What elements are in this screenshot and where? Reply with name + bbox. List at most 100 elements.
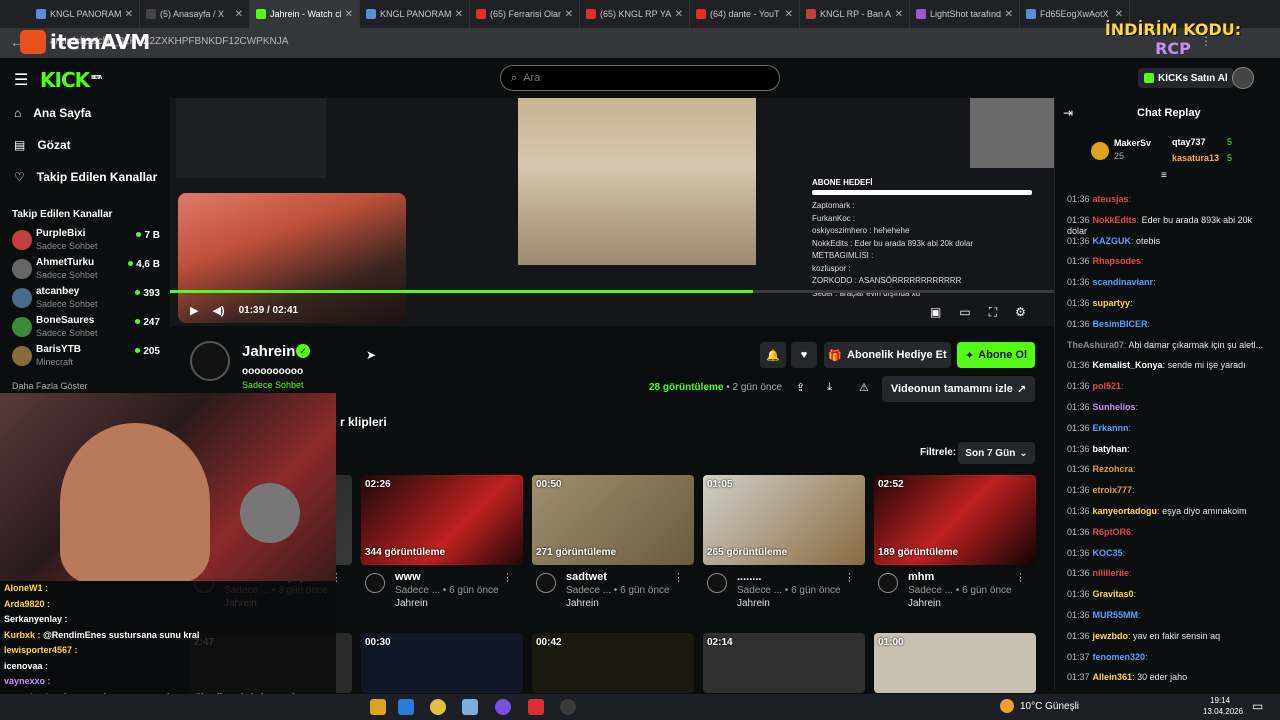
tab-close-icon[interactable]: ✕ <box>455 9 463 20</box>
clock-time[interactable]: 19:14 <box>1210 696 1230 705</box>
clip-author[interactable]: Jahrein <box>737 598 770 609</box>
clip-card[interactable]: 01:00 <box>874 633 1036 693</box>
followed-channel-item[interactable]: BarisYTB Minecraft 205 <box>12 344 164 370</box>
notification-icon[interactable]: ▭ <box>1252 699 1263 713</box>
video-progress-bar[interactable] <box>170 290 1054 293</box>
clip-card[interactable]: 00:30 <box>361 633 523 693</box>
tab-close-icon[interactable]: ✕ <box>1005 9 1013 20</box>
report-icon[interactable]: ⚠ <box>859 381 869 394</box>
followed-channel-item[interactable]: BoneSaures Sadece Sohbet 247 <box>12 315 164 341</box>
tab-close-icon[interactable]: ✕ <box>565 9 573 20</box>
clip-card[interactable]: 02:26 344 görüntüleme www Sadece ... • 6 gü… <box>361 475 523 609</box>
notepad-icon[interactable] <box>462 699 478 715</box>
filter-dropdown[interactable]: Son 7 Gün ⌄ <box>958 442 1035 464</box>
share-icon[interactable]: ⇪ <box>796 381 805 394</box>
volume-icon[interactable]: ◀) <box>212 304 224 317</box>
tab-close-icon[interactable]: ✕ <box>125 9 133 20</box>
chat-username[interactable]: pol521 <box>1093 381 1122 391</box>
browser-tab[interactable]: KNGL RP - Ban Aç ✕ <box>800 0 910 28</box>
chat-username[interactable]: Rhapsodes <box>1093 256 1142 266</box>
clip-menu-icon[interactable]: ⋮ <box>502 571 513 584</box>
tab-close-icon[interactable]: ✕ <box>895 9 903 20</box>
settings-icon[interactable]: ⚙ <box>1015 305 1026 320</box>
chat-username[interactable]: Sunhelios <box>1093 402 1136 412</box>
browser-tab[interactable]: (5) Anasayfa / X ✕ <box>140 0 250 28</box>
chat-username[interactable]: TheAshura07 <box>1067 340 1124 350</box>
download-icon[interactable]: ⤓ <box>827 381 832 394</box>
browser-tab[interactable]: (65) KNGL RP YAŞ ✕ <box>580 0 690 28</box>
obs-icon[interactable] <box>560 699 576 715</box>
clip-card[interactable]: 00:50 271 görüntüleme sadtwet Sadece ... • … <box>532 475 694 609</box>
chat-username[interactable]: KAZGUK <box>1093 236 1132 246</box>
fullscreen-icon[interactable]: ⛶ <box>989 305 997 320</box>
notification-bell-button[interactable]: 🔔 <box>760 342 786 368</box>
chat-username[interactable]: Kemalist_Konya <box>1093 360 1163 370</box>
chat-username[interactable]: kanyeortadogu <box>1093 506 1158 516</box>
chat-username[interactable]: etroix777 <box>1093 485 1133 495</box>
chat-username[interactable]: nililleriie <box>1093 568 1130 578</box>
show-more-link[interactable]: Daha Fazla Göster <box>12 381 88 391</box>
clip-menu-icon[interactable]: ⋮ <box>673 571 684 584</box>
mail-icon[interactable] <box>398 699 414 715</box>
clip-title[interactable]: mhm <box>908 571 934 583</box>
browser-tab[interactable]: KNGL PANORAMA ✕ <box>30 0 140 28</box>
channel-name[interactable]: Jahrein <box>242 343 295 360</box>
clip-author-avatar[interactable] <box>365 573 385 593</box>
expand-gifters-icon[interactable]: ≡ <box>1161 170 1167 181</box>
clip-menu-icon[interactable]: ⋮ <box>1015 571 1026 584</box>
weather-text[interactable]: 10°C Güneşli <box>1020 701 1079 712</box>
clip-author[interactable]: Jahrein <box>908 598 941 609</box>
play-icon[interactable]: ▶ <box>190 304 198 317</box>
chat-username[interactable]: R6ptOR6 <box>1093 527 1132 537</box>
gift-subscription-button[interactable]: 🎁 Abonelik Hediye Et <box>824 342 951 368</box>
clip-author[interactable]: Jahrein <box>566 598 599 609</box>
follow-heart-button[interactable]: ♥ <box>791 342 817 368</box>
chat-username[interactable]: ateusjas <box>1093 194 1129 204</box>
tab-close-icon[interactable]: ✕ <box>1115 9 1123 20</box>
chat-username[interactable]: supartyy <box>1093 298 1131 308</box>
clip-title[interactable]: sadtwet <box>566 571 607 583</box>
browser-tab[interactable]: Jahrein - Watch cl ✕ <box>250 0 360 28</box>
chat-username[interactable]: Rezohcra <box>1093 464 1134 474</box>
channel-avatar[interactable] <box>190 341 230 381</box>
followed-channel-item[interactable]: PurpleBixi Sadece Sohbet 7 B <box>12 228 164 254</box>
chat-username[interactable]: jewzbdo <box>1093 631 1129 641</box>
browser-tab[interactable]: (64) dante - YouT ✕ <box>690 0 800 28</box>
chat-username[interactable]: batyhan <box>1093 444 1128 454</box>
chat-username[interactable]: NokkEdits <box>1093 215 1137 225</box>
browser-tab[interactable]: LightShot tarafınd ✕ <box>910 0 1020 28</box>
search-bar[interactable]: ⌕ <box>500 65 780 91</box>
file-explorer-icon[interactable] <box>370 699 386 715</box>
sidebar-item-browse[interactable]: ▤ Gözat <box>14 138 71 152</box>
chrome-icon[interactable] <box>430 699 446 715</box>
clip-category[interactable]: Sadece Sohbet <box>242 380 304 390</box>
clip-menu-icon[interactable]: ⋮ <box>844 571 855 584</box>
chat-username[interactable]: MUR55MM <box>1093 610 1139 620</box>
sidebar-item-home[interactable]: ⌂ Ana Sayfa <box>14 106 91 120</box>
buy-kicks-button[interactable]: KICKs Satın Al <box>1138 68 1234 88</box>
browser-tab[interactable]: KNGL PANORAMA ✕ <box>360 0 470 28</box>
followed-channel-item[interactable]: AhmetTurku Sadece Sohbet 4,6 B <box>12 257 164 283</box>
tab-close-icon[interactable]: ✕ <box>345 9 353 20</box>
discord-icon[interactable] <box>495 699 511 715</box>
tab-close-icon[interactable]: ✕ <box>785 9 793 20</box>
chat-username[interactable]: fenomen320 <box>1093 652 1146 662</box>
tab-close-icon[interactable]: ✕ <box>235 9 243 20</box>
pip-icon[interactable]: ▣ <box>930 305 941 320</box>
theater-icon[interactable]: ▭ <box>959 305 970 320</box>
chat-username[interactable]: Allein361 <box>1093 672 1133 682</box>
chat-username[interactable]: Gravitas0 <box>1093 589 1134 599</box>
collapse-chat-icon[interactable]: ⇥ <box>1063 106 1073 120</box>
clip-author-avatar[interactable] <box>707 573 727 593</box>
clip-author-avatar[interactable] <box>536 573 556 593</box>
clock-date[interactable]: 13.04.2026 <box>1203 707 1243 716</box>
hamburger-menu-icon[interactable]: ☰ <box>14 70 28 90</box>
clip-author[interactable]: Jahrein <box>395 598 428 609</box>
clip-card[interactable]: 01:05 265 görüntüleme........ Sadece ... •… <box>703 475 865 609</box>
chat-username[interactable]: scandinavianr <box>1093 277 1154 287</box>
clip-title[interactable]: www <box>395 571 421 583</box>
tab-close-icon[interactable]: ✕ <box>675 9 683 20</box>
followed-channel-item[interactable]: atcanbey Sadece Sohbet 393 <box>12 286 164 312</box>
search-input[interactable] <box>523 72 744 84</box>
browser-tab[interactable]: (65) Ferrarisi Olan ✕ <box>470 0 580 28</box>
